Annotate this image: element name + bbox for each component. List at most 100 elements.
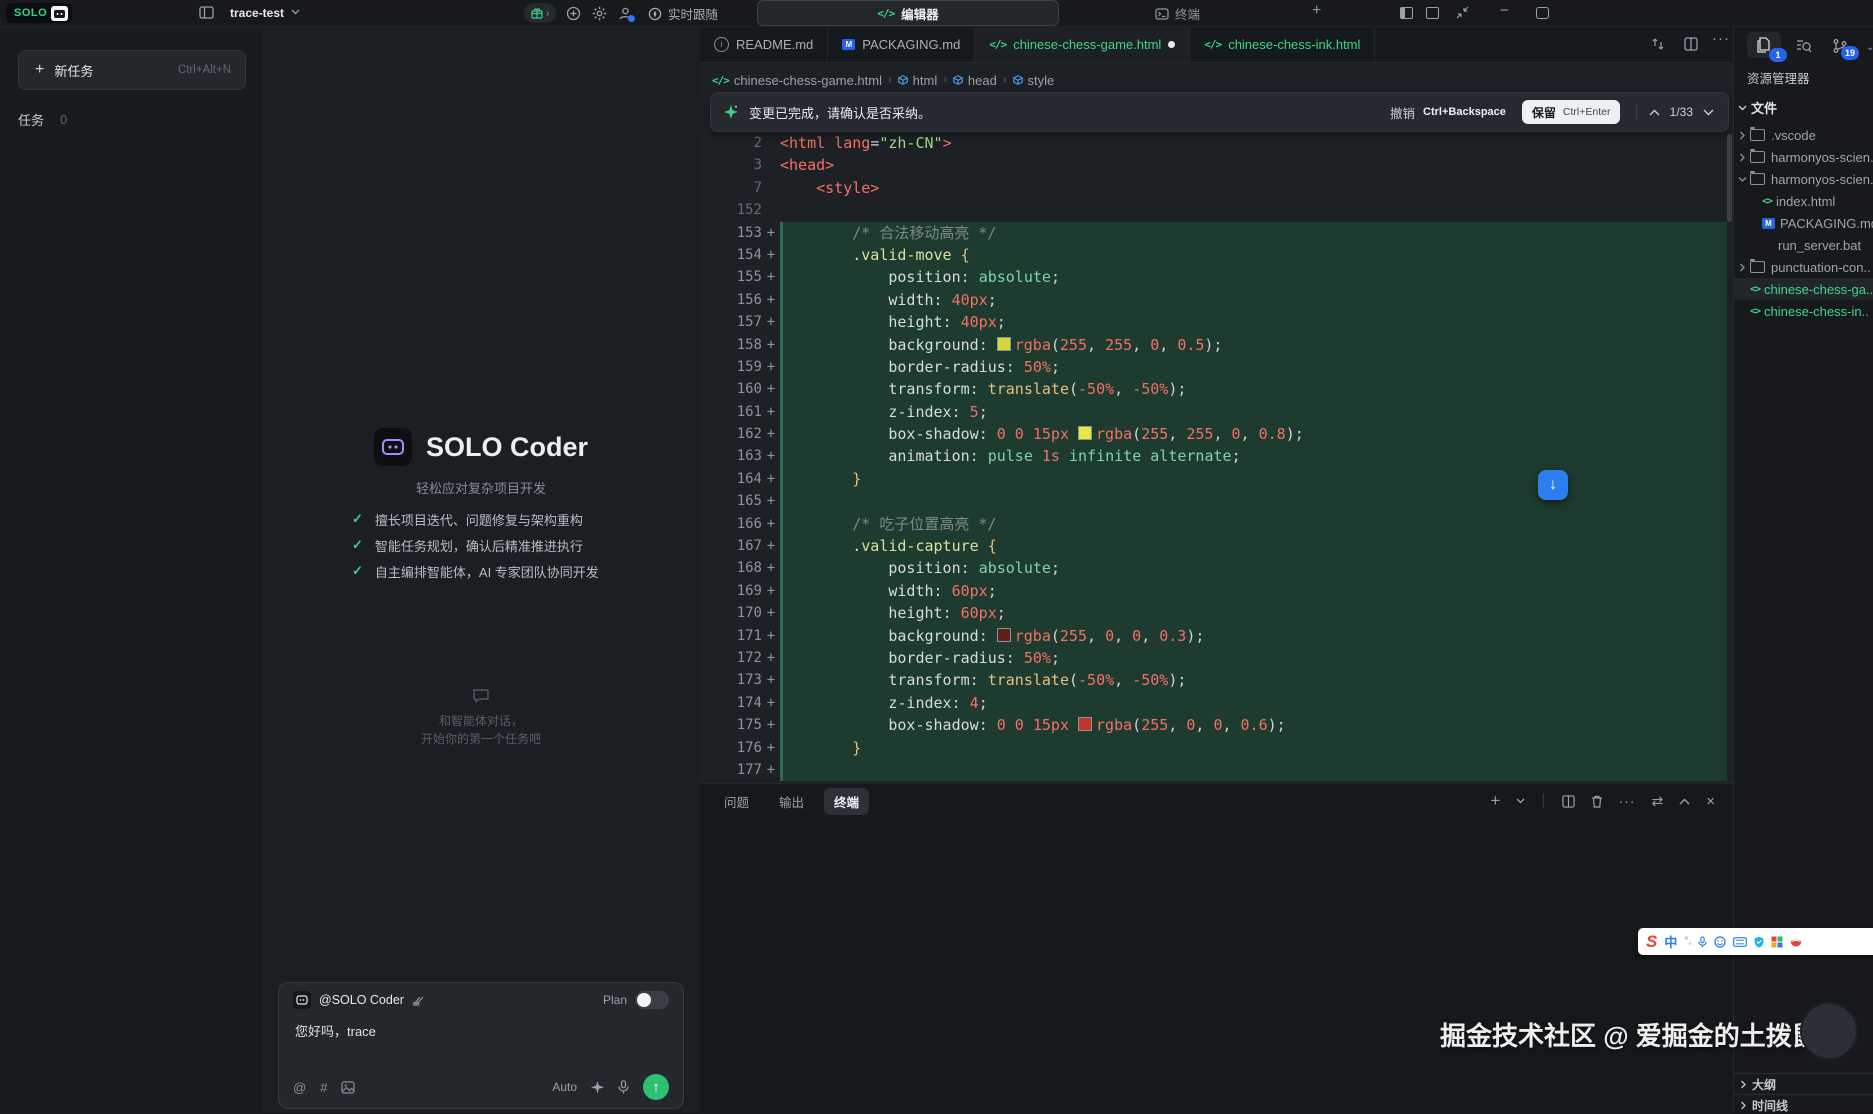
new-tab-plus-icon[interactable]: +	[1312, 2, 1321, 20]
split-editor-icon[interactable]	[1684, 37, 1698, 51]
more-actions-icon[interactable]: ···	[1712, 30, 1730, 47]
code-line[interactable]: 166+ /* 吃子位置高亮 */	[700, 513, 1733, 535]
file-tab-chinese-chess-game.html[interactable]: </>chinese-chess-game.html	[975, 26, 1190, 62]
project-name[interactable]: trace-test	[230, 6, 284, 20]
source-control-icon[interactable]: 19	[1832, 38, 1848, 54]
breadcrumb-item[interactable]: html	[898, 73, 938, 88]
breadcrumb[interactable]: </>chinese-chess-game.html›html›head›sty…	[712, 68, 1054, 92]
ime-mic-icon[interactable]	[1698, 936, 1707, 948]
file-tab-chinese-chess-ink.html[interactable]: </>chinese-chess-ink.html	[1190, 26, 1375, 62]
code-line[interactable]: 177+	[700, 759, 1733, 781]
code-line[interactable]: 168+ position: absolute;	[700, 557, 1733, 579]
code-line[interactable]: 159+ border-radius: 50%;	[700, 356, 1733, 378]
tree-item-run_server.bat[interactable]: run_server.bat	[1734, 234, 1873, 256]
code-line[interactable]: 162+ box-shadow: 0 0 15px rgba(255, 255,…	[700, 423, 1733, 445]
ime-toolbar[interactable]: S 中 °,	[1638, 928, 1873, 955]
breadcrumb-item[interactable]: style	[1013, 73, 1055, 88]
ime-keyboard-icon[interactable]	[1733, 937, 1747, 947]
code-line[interactable]: 167+ .valid-capture {	[700, 535, 1733, 557]
prev-change-icon[interactable]	[1649, 109, 1660, 116]
code-line[interactable]: 3<head>	[700, 154, 1733, 176]
code-line[interactable]: 160+ transform: translate(-50%, -50%);	[700, 378, 1733, 400]
files-section-header[interactable]: 文件	[1738, 98, 1777, 117]
tree-item-harmonyos-scien..[interactable]: harmonyos-scien..	[1734, 146, 1873, 168]
code-line[interactable]: 171+ background: rgba(255, 0, 0, 0.3);	[700, 625, 1733, 647]
split-terminal-icon[interactable]	[1562, 795, 1575, 808]
ime-skin-icon[interactable]	[1790, 937, 1802, 947]
tab-live-follow[interactable]: 实时跟随	[648, 4, 718, 23]
panel-more-icon[interactable]: ···	[1619, 793, 1636, 809]
chat-message-input[interactable]: 您好吗，trace	[279, 1017, 683, 1044]
code-line[interactable]: 163+ animation: pulse 1s infinite altern…	[700, 445, 1733, 467]
code-line[interactable]: 152	[700, 199, 1733, 221]
sparkle-icon[interactable]	[591, 1081, 604, 1094]
model-auto-selector[interactable]: Auto	[552, 1080, 577, 1094]
layout-panel-icon[interactable]	[1400, 7, 1413, 19]
keep-button[interactable]: 保留 Ctrl+Enter	[1522, 100, 1621, 124]
panel-overflow-chevron-icon[interactable]: ⌄	[1866, 42, 1873, 53]
agent-mention[interactable]: @SOLO Coder	[319, 993, 404, 1007]
code-line[interactable]: 172+ border-radius: 50%;	[700, 647, 1733, 669]
send-button[interactable]: ↑	[643, 1074, 669, 1100]
code-line[interactable]: 154+ .valid-move {	[700, 244, 1733, 266]
undo-button[interactable]: 撤销	[1390, 103, 1415, 122]
project-chevron-down-icon[interactable]	[291, 9, 300, 15]
code-line[interactable]: 158+ background: rgba(255, 255, 0, 0.5);	[700, 334, 1733, 356]
code-line[interactable]: 2<html lang="zh-CN">	[700, 132, 1733, 154]
breadcrumb-item[interactable]: </>chinese-chess-game.html	[712, 73, 882, 88]
mic-icon[interactable]	[618, 1080, 629, 1094]
restore-window-icon[interactable]	[1536, 7, 1549, 19]
code-line[interactable]: 164+ }	[700, 468, 1733, 490]
editor-scrollbar[interactable]	[1727, 134, 1732, 222]
code-line[interactable]: 175+ box-shadow: 0 0 15px rgba(255, 0, 0…	[700, 714, 1733, 736]
sidebar-toggle-icon[interactable]	[199, 5, 214, 20]
account-icon[interactable]	[618, 6, 633, 21]
breadcrumb-item[interactable]: head	[953, 73, 997, 88]
collapse-window-icon[interactable]	[1456, 6, 1469, 19]
tree-item-chinese-chess-in..[interactable]: <>chinese-chess-in..	[1734, 300, 1873, 322]
search-icon[interactable]	[1796, 38, 1812, 54]
plan-toggle[interactable]	[635, 991, 669, 1009]
code-line[interactable]: 7 <style>	[700, 177, 1733, 199]
ime-emoji-icon[interactable]	[1714, 936, 1726, 948]
open-editors-tab[interactable]: 1	[1747, 32, 1781, 58]
hash-icon[interactable]: #	[320, 1080, 327, 1095]
tree-item-index.html[interactable]: <>index.html	[1734, 190, 1873, 212]
new-task-button[interactable]: + 新任务 Ctrl+Alt+N	[18, 50, 246, 90]
feedback-icon[interactable]	[566, 6, 581, 21]
trash-icon[interactable]	[1591, 795, 1603, 808]
diff-compare-icon[interactable]	[1650, 36, 1666, 52]
layout-sidebar-icon[interactable]	[1426, 7, 1439, 19]
gift-button[interactable]: ›	[524, 3, 556, 23]
mention-at-icon[interactable]: @	[293, 1080, 306, 1095]
ime-lang-chinese[interactable]: 中	[1664, 932, 1677, 951]
tree-item-.vscode[interactable]: .vscode	[1734, 124, 1873, 146]
solo-logo[interactable]: SOLO	[6, 3, 72, 23]
panel-tab-终端[interactable]: 终端	[824, 788, 869, 815]
terminal-dropdown-icon[interactable]	[1516, 798, 1525, 804]
file-tab-README.md[interactable]: iREADME.md	[700, 26, 828, 62]
close-panel-icon[interactable]: ×	[1706, 793, 1715, 810]
maximize-panel-icon[interactable]	[1679, 798, 1690, 805]
panel-tab-输出[interactable]: 输出	[769, 788, 814, 815]
code-line[interactable]: 170+ height: 60px;	[700, 602, 1733, 624]
image-attach-icon[interactable]	[341, 1081, 355, 1094]
code-line[interactable]: 174+ z-index: 4;	[700, 692, 1733, 714]
next-change-icon[interactable]	[1703, 109, 1714, 116]
file-tab-PACKAGING.md[interactable]: MPACKAGING.md	[828, 26, 975, 62]
settings-gear-icon[interactable]	[592, 6, 607, 21]
tree-item-punctuation-con..[interactable]: punctuation-con..	[1734, 256, 1873, 278]
code-line[interactable]: 169+ width: 60px;	[700, 580, 1733, 602]
panel-switch-icon[interactable]: ⇄	[1652, 793, 1664, 810]
section-时间线[interactable]: 时间线	[1734, 1094, 1873, 1113]
ime-punctuation-icon[interactable]: °,	[1684, 936, 1691, 947]
code-line[interactable]: 156+ width: 40px;	[700, 289, 1733, 311]
tab-terminal-top[interactable]: 终端	[1155, 4, 1200, 23]
tools-icon[interactable]	[412, 994, 425, 1006]
ime-toolbox-icon[interactable]	[1771, 936, 1783, 948]
code-line[interactable]: 165+	[700, 490, 1733, 512]
tree-item-PACKAGING.md[interactable]: MPACKAGING.md	[1734, 212, 1873, 234]
code-line[interactable]: 176+ }	[700, 737, 1733, 759]
scroll-download-button[interactable]: ↓	[1538, 470, 1568, 500]
code-line[interactable]: 161+ z-index: 5;	[700, 401, 1733, 423]
